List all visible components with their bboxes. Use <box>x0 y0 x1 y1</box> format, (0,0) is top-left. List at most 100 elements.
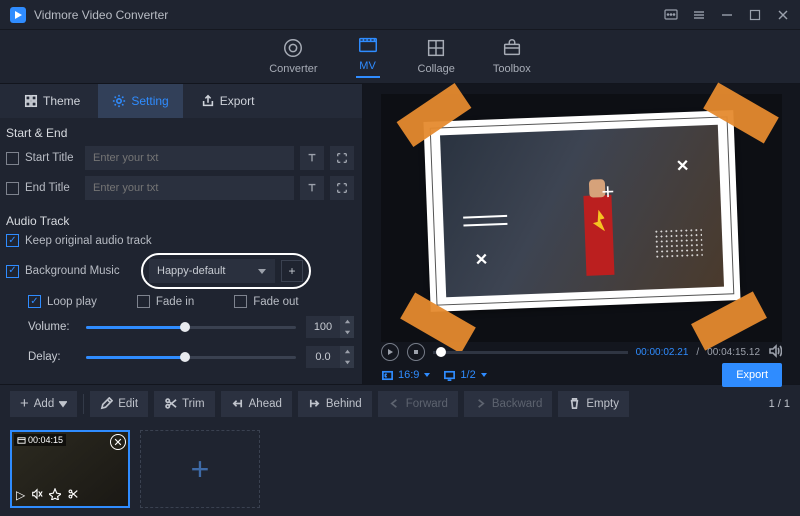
subtab-export[interactable]: Export <box>187 84 269 118</box>
fade-out-checkbox[interactable] <box>234 295 247 308</box>
feedback-icon[interactable] <box>664 8 678 22</box>
title-bar: Vidmore Video Converter <box>0 0 800 30</box>
volume-down[interactable] <box>340 327 354 338</box>
theme-icon <box>24 94 38 108</box>
end-title-text-style-button[interactable] <box>300 176 324 200</box>
minimize-button[interactable] <box>720 8 734 22</box>
fade-out-label: Fade out <box>253 296 298 308</box>
volume-up[interactable] <box>340 316 354 327</box>
volume-slider[interactable] <box>86 320 296 334</box>
loop-play-checkbox[interactable] <box>28 295 41 308</box>
clip-duration: 00:04:15 <box>28 435 63 445</box>
maximize-button[interactable] <box>748 8 762 22</box>
converter-icon <box>281 36 305 60</box>
nav-collage-label: Collage <box>418 63 455 75</box>
progress-bar[interactable] <box>433 351 628 354</box>
start-title-checkbox[interactable] <box>6 152 19 165</box>
bg-music-dropdown[interactable]: Happy-default <box>149 259 275 283</box>
plus-icon: + <box>191 451 210 488</box>
nav-toolbox[interactable]: Toolbox <box>493 36 531 77</box>
toolbox-icon <box>500 36 524 60</box>
chevron-down-icon <box>480 371 488 379</box>
close-button[interactable] <box>776 8 790 22</box>
aspect-ratio-dropdown[interactable]: 16:9 <box>381 369 431 382</box>
delay-up[interactable] <box>340 346 354 357</box>
scissors-icon <box>164 397 177 410</box>
preview-frame: ✕✕ + <box>423 110 740 312</box>
add-bg-music-button[interactable]: + <box>281 260 303 282</box>
keep-original-checkbox[interactable] <box>6 234 19 247</box>
stop-button[interactable] <box>407 343 425 361</box>
pager: 1 / 1 <box>769 398 790 410</box>
subtab-theme[interactable]: Theme <box>10 84 94 118</box>
clip-mute-icon[interactable] <box>31 488 43 503</box>
volume-value: 100 <box>306 321 340 333</box>
empty-button[interactable]: Empty <box>558 391 629 417</box>
chevron-down-icon <box>423 371 431 379</box>
clip-trim-icon[interactable] <box>67 488 79 503</box>
delay-value-box[interactable]: 0.0 <box>306 346 354 368</box>
empty-label: Empty <box>586 398 619 410</box>
fade-in-checkbox[interactable] <box>137 295 150 308</box>
clip-toolbar: +Add Edit Trim Ahead Behind Forward Back… <box>0 384 800 422</box>
volume-icon[interactable] <box>768 344 782 361</box>
subtab-bar: Theme Setting Export <box>0 84 362 118</box>
app-logo-icon <box>10 7 26 23</box>
screen-count-dropdown[interactable]: 1/2 <box>443 369 487 382</box>
ahead-label: Ahead <box>249 398 282 410</box>
monitor-icon <box>443 369 456 382</box>
bg-music-label: Background Music <box>25 265 135 277</box>
clip-edit-icon[interactable] <box>49 488 61 503</box>
nav-collage[interactable]: Collage <box>418 36 455 77</box>
timeline-thumbnails: 00:04:15 ✕ ▷ + <box>0 422 800 516</box>
clip-play-icon[interactable]: ▷ <box>16 488 25 503</box>
backward-button[interactable]: Backward <box>464 391 553 417</box>
backward-label: Backward <box>492 398 543 410</box>
end-title-checkbox[interactable] <box>6 182 19 195</box>
preview-panel: ✕✕ + 00:00:02.21/00:04:15.12 16:9 <box>363 84 800 384</box>
ahead-button[interactable]: Ahead <box>221 391 292 417</box>
nav-mv[interactable]: MV <box>356 33 380 80</box>
preview-area[interactable]: ✕✕ + <box>381 94 782 342</box>
trim-button[interactable]: Trim <box>154 391 215 417</box>
subtab-setting[interactable]: Setting <box>98 84 182 118</box>
volume-value-box[interactable]: 100 <box>306 316 354 338</box>
behind-button[interactable]: Behind <box>298 391 372 417</box>
end-title-expand-button[interactable] <box>330 176 354 200</box>
ahead-icon <box>231 397 244 410</box>
time-current: 00:00:02.21 <box>636 347 689 358</box>
gear-icon <box>112 94 126 108</box>
collage-icon <box>424 36 448 60</box>
start-title-input[interactable] <box>85 146 294 170</box>
keep-original-label: Keep original audio track <box>25 235 152 247</box>
nav-converter-label: Converter <box>269 63 317 75</box>
settings-panel: Theme Setting Export Start & End Start T… <box>0 84 363 384</box>
export-icon <box>201 94 215 108</box>
time-total: 00:04:15.12 <box>707 347 760 358</box>
clip-thumbnail[interactable]: 00:04:15 ✕ ▷ <box>10 430 130 508</box>
delay-down[interactable] <box>340 357 354 368</box>
nav-converter[interactable]: Converter <box>269 36 317 77</box>
edit-button[interactable]: Edit <box>90 391 148 417</box>
delay-slider[interactable] <box>86 350 296 364</box>
start-title-text-style-button[interactable] <box>300 146 324 170</box>
add-clip-slot[interactable]: + <box>140 430 260 508</box>
trim-label: Trim <box>182 398 205 410</box>
bg-music-checkbox[interactable] <box>6 265 19 278</box>
export-button-label: Export <box>736 369 768 381</box>
add-button[interactable]: +Add <box>10 391 77 417</box>
forward-button[interactable]: Forward <box>378 391 458 417</box>
remove-clip-button[interactable]: ✕ <box>110 434 126 450</box>
behind-icon <box>308 397 321 410</box>
end-title-input[interactable] <box>85 176 294 200</box>
chevron-down-icon <box>59 400 67 408</box>
section-audio-track: Audio Track <box>0 206 362 234</box>
bg-music-highlight: Happy-default + <box>141 253 311 289</box>
export-button[interactable]: Export <box>722 363 782 387</box>
backward-icon <box>474 397 487 410</box>
play-button[interactable] <box>381 343 399 361</box>
menu-icon[interactable] <box>692 8 706 22</box>
edit-icon <box>100 397 113 410</box>
start-title-expand-button[interactable] <box>330 146 354 170</box>
delay-label: Delay: <box>28 351 76 363</box>
